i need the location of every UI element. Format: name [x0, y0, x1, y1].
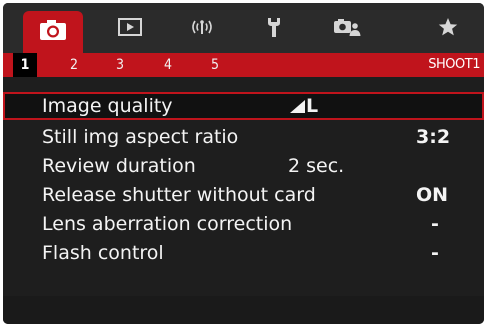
subtab-5[interactable]: 5 — [211, 53, 219, 77]
bottom-strip — [3, 296, 484, 324]
menu-item-value: - — [431, 242, 439, 264]
wireless-icon — [188, 18, 216, 40]
sub-tab-bar: 1 2 3 4 5 SHOOT1 — [3, 53, 484, 77]
tab-my-menu[interactable] — [428, 15, 468, 43]
menu-item-release-shutter[interactable]: Release shutter without card ON — [3, 181, 484, 210]
menu-item-review-duration[interactable]: Review duration 2 sec. — [3, 152, 484, 181]
menu-item-label: Release shutter without card — [42, 184, 316, 206]
menu-item-value: 2 sec. — [288, 155, 345, 177]
menu-item-label: Flash control — [42, 242, 164, 264]
tab-custom[interactable] — [327, 15, 367, 43]
menu-item-lens-aberration[interactable]: Lens aberration correction - — [3, 210, 484, 239]
menu-item-value: ON — [416, 184, 449, 206]
menu-item-value: L — [290, 94, 318, 119]
menu-list: Image quality L Still img aspect ratio 3… — [3, 92, 484, 268]
section-title: SHOOT1 — [428, 57, 480, 72]
menu-item-label: Review duration — [42, 155, 196, 177]
star-icon — [438, 17, 458, 41]
subtab-3[interactable]: 3 — [116, 53, 124, 77]
camera-menu-screen: 1 2 3 4 5 SHOOT1 Image quality L Still i… — [3, 3, 484, 324]
menu-item-value: 3:2 — [416, 126, 451, 148]
tab-shoot[interactable] — [23, 11, 83, 53]
subtab-2[interactable]: 2 — [70, 53, 78, 77]
menu-item-value: - — [431, 213, 439, 235]
tab-wireless[interactable] — [182, 15, 222, 43]
subtab-4[interactable]: 4 — [164, 53, 172, 77]
subtab-1[interactable]: 1 — [13, 53, 37, 77]
play-icon — [118, 18, 142, 40]
menu-item-flash-control[interactable]: Flash control - — [3, 239, 484, 268]
tab-setup[interactable] — [254, 15, 294, 43]
menu-item-image-quality[interactable]: Image quality L — [3, 92, 484, 120]
quality-fine-icon — [290, 100, 305, 113]
camera-icon — [39, 19, 67, 45]
camera-person-icon — [333, 17, 361, 41]
menu-item-label: Still img aspect ratio — [42, 126, 239, 148]
menu-item-aspect-ratio[interactable]: Still img aspect ratio 3:2 — [3, 123, 484, 152]
menu-item-label: Image quality — [42, 95, 173, 117]
menu-tab-bar — [3, 3, 484, 53]
wrench-icon — [265, 16, 283, 42]
menu-item-label: Lens aberration correction — [42, 213, 293, 235]
tab-playback[interactable] — [110, 15, 150, 43]
